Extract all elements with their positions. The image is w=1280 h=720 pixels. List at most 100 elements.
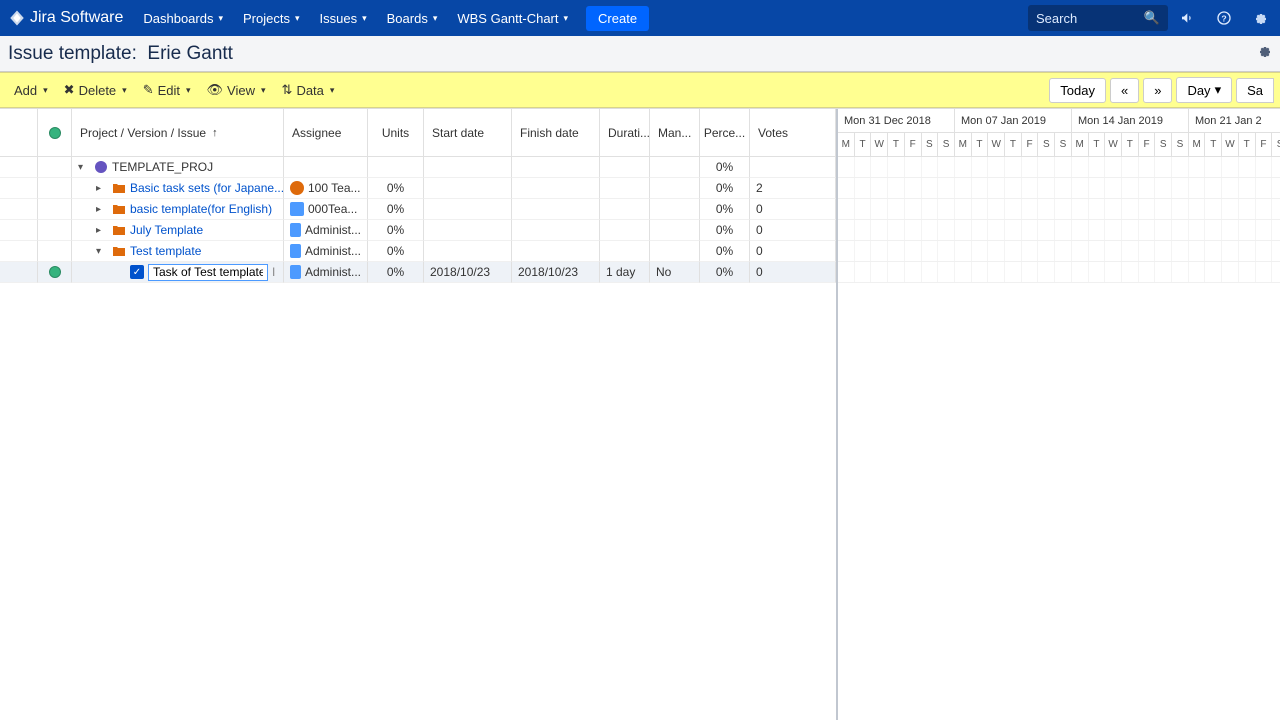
nav-projects[interactable]: Projects▾ [233,0,310,36]
next-button[interactable]: » [1143,78,1172,103]
day-header[interactable]: T [1005,133,1022,157]
day-header[interactable]: T [1239,133,1256,157]
cell-man [650,178,700,199]
cell-units: 0% [368,178,424,199]
table-row[interactable]: ▸July TemplateAdminist...0%0%0 [0,220,836,241]
folder-icon [112,244,126,258]
today-button[interactable]: Today [1049,78,1106,103]
day-header[interactable]: T [855,133,872,157]
table-row[interactable]: ▸basic template(for English)000Tea...0%0… [0,199,836,220]
svg-text:?: ? [1221,13,1226,23]
expand-icon[interactable]: ▸ [96,225,108,236]
col-units[interactable]: Units [368,109,424,157]
prev-button[interactable]: « [1110,78,1139,103]
gantt-row[interactable] [838,220,1280,241]
day-header[interactable]: S [938,133,955,157]
collapse-icon[interactable]: ▾ [78,162,90,173]
day-header[interactable]: S [1172,133,1189,157]
jira-logo[interactable]: Jira Software [4,9,133,27]
col-flag[interactable] [0,109,38,157]
col-status[interactable] [38,109,72,157]
collapse-icon[interactable]: ▾ [96,246,108,257]
assignee-name: Administ... [305,244,361,258]
folder-icon [112,181,126,195]
search-input[interactable] [1036,11,1144,26]
day-header[interactable]: T [1122,133,1139,157]
expand-icon[interactable]: ▸ [96,183,108,194]
delete-button[interactable]: ✖Delete▾ [56,78,135,102]
gantt-row[interactable] [838,157,1280,178]
day-header[interactable]: S [922,133,939,157]
gantt-row[interactable] [838,178,1280,199]
col-assignee[interactable]: Assignee [284,109,368,157]
day-header[interactable]: T [1205,133,1222,157]
nav-dashboards[interactable]: Dashboards▾ [133,0,233,36]
day-header[interactable]: F [1022,133,1039,157]
col-perc[interactable]: Perce... [700,109,750,157]
week-header[interactable]: Mon 31 Dec 2018 [838,109,955,133]
cell-perc: 0% [700,199,750,220]
day-header[interactable]: W [1222,133,1239,157]
nav-issues[interactable]: Issues▾ [310,0,377,36]
table-row[interactable]: ▸Basic task sets (for Japane...100 Tea..… [0,178,836,199]
day-header[interactable]: S [1272,133,1280,157]
search-box[interactable]: 🔍 [1028,5,1168,31]
cell-start [424,220,512,241]
day-header[interactable]: M [955,133,972,157]
day-header[interactable]: F [1256,133,1273,157]
grid-header: Project / Version / Issue↑ Assignee Unit… [0,109,836,157]
col-start[interactable]: Start date [424,109,512,157]
view-button[interactable]: 👁View▾ [199,78,274,102]
expand-icon[interactable]: ▸ [96,204,108,215]
week-header[interactable]: Mon 21 Jan 2 [1189,109,1280,133]
day-header[interactable]: S [1155,133,1172,157]
cell-votes: 0 [750,241,836,262]
week-header[interactable]: Mon 07 Jan 2019 [955,109,1072,133]
day-header[interactable]: M [1072,133,1089,157]
gantt-row[interactable] [838,199,1280,220]
day-header[interactable]: M [1189,133,1206,157]
help-icon[interactable]: ? [1208,2,1240,34]
col-duration[interactable]: Durati... [600,109,650,157]
table-row[interactable]: ▾TEMPLATE_PROJ0% [0,157,836,178]
day-header[interactable]: T [1089,133,1106,157]
gantt-row[interactable] [838,241,1280,262]
col-votes[interactable]: Votes [750,109,836,157]
day-header[interactable]: W [871,133,888,157]
gantt-row[interactable] [838,262,1280,283]
page-settings-icon[interactable] [1256,43,1272,64]
add-button[interactable]: Add▾ [6,79,56,102]
scale-button[interactable]: Day▾ [1176,77,1232,103]
cell-duration [600,157,650,178]
day-header[interactable]: T [972,133,989,157]
row-name: TEMPLATE_PROJ [112,160,213,174]
day-header[interactable]: F [905,133,922,157]
cell-man [650,199,700,220]
main-content: Project / Version / Issue↑ Assignee Unit… [0,108,1280,720]
feedback-icon[interactable] [1172,2,1204,34]
nav-wbs-gantt[interactable]: WBS Gantt-Chart▾ [447,0,578,36]
day-header[interactable]: W [988,133,1005,157]
day-header[interactable]: M [838,133,855,157]
nav-boards[interactable]: Boards▾ [377,0,448,36]
day-header[interactable]: W [1105,133,1122,157]
settings-icon[interactable] [1244,2,1276,34]
table-row[interactable]: ✓ IAdminist...0%2018/10/232018/10/231 da… [0,262,836,283]
day-header[interactable]: S [1055,133,1072,157]
save-button[interactable]: Sa [1236,78,1274,103]
day-header[interactable]: S [1038,133,1055,157]
gantt-body[interactable] [838,157,1280,720]
edit-button[interactable]: ✎Edit▾ [135,78,199,102]
create-button[interactable]: Create [586,6,649,31]
week-header[interactable]: Mon 14 Jan 2019 [1072,109,1189,133]
col-man[interactable]: Man... [650,109,700,157]
col-name[interactable]: Project / Version / Issue↑ [72,109,284,157]
product-name: Jira Software [30,9,123,27]
day-header[interactable]: F [1139,133,1156,157]
task-name-input[interactable] [148,264,268,281]
table-row[interactable]: ▾Test templateAdminist...0%0%0 [0,241,836,262]
day-header[interactable]: T [888,133,905,157]
cell-units: 0% [368,199,424,220]
col-finish[interactable]: Finish date [512,109,600,157]
data-button[interactable]: ⇅Data▾ [274,78,343,102]
